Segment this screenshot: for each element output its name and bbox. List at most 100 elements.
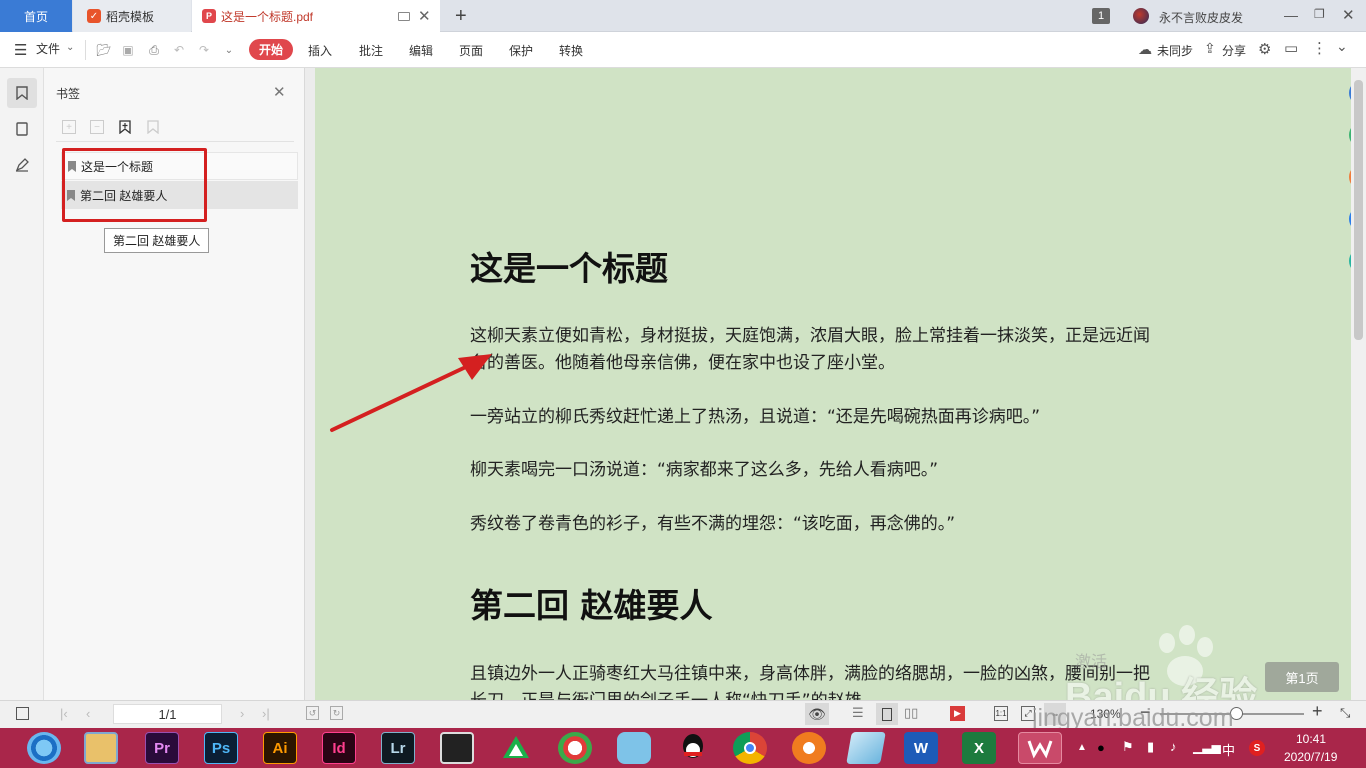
zoom-in-icon[interactable]: + — [1312, 701, 1323, 722]
bookmark-panel: 书签 ✕ + − 这是一个标题 第二回 赵雄要人 第二回 赵雄要人 — [44, 68, 305, 700]
close-panel-icon[interactable]: ✕ — [273, 83, 286, 101]
more-vertical-icon[interactable]: ⋮ — [1312, 39, 1327, 57]
window-icon[interactable] — [398, 11, 410, 21]
excel-icon[interactable]: X — [962, 732, 996, 764]
add-bookmark-icon[interactable]: + — [62, 120, 76, 134]
rail-annotation-button[interactable] — [7, 150, 37, 180]
menu-start[interactable]: 开始 — [249, 39, 293, 60]
rail-bookmark-button[interactable] — [7, 78, 37, 108]
highlight-box — [62, 148, 207, 222]
rail-thumbnail-button[interactable] — [7, 114, 37, 144]
premiere-icon[interactable]: Pr — [145, 732, 179, 764]
menu-insert[interactable]: 插入 — [308, 42, 332, 59]
play-icon[interactable]: ▶ — [950, 706, 965, 721]
robot-app-icon[interactable] — [617, 732, 651, 764]
indesign-icon[interactable]: Id — [322, 732, 356, 764]
tab-home-label: 首页 — [23, 9, 48, 24]
menu-convert[interactable]: 转换 — [559, 42, 583, 59]
eye-protection-icon[interactable]: 👁︎ — [805, 703, 829, 725]
open-folder-icon[interactable]: 📂︎ — [95, 41, 113, 59]
menu-protect[interactable]: 保护 — [509, 42, 533, 59]
cloud-icon[interactable]: ☁ — [1138, 41, 1152, 58]
more-icon[interactable]: ⌄ — [220, 41, 238, 59]
tray-battery-icon[interactable]: ▮ — [1147, 739, 1154, 755]
message-icon[interactable]: ▭ — [1284, 39, 1298, 57]
rotate-right-icon[interactable]: ↻ — [330, 706, 343, 720]
file-menu[interactable]: 文件 — [36, 40, 60, 57]
video-editor-icon[interactable] — [440, 732, 474, 764]
expand-icon[interactable]: ⤡ — [1340, 705, 1350, 721]
last-page-icon[interactable]: ›| — [262, 706, 270, 721]
close-window-icon[interactable]: ✕ — [1342, 6, 1355, 24]
tab-home[interactable]: 首页 — [0, 0, 72, 32]
share-icon[interactable]: ⇪ — [1204, 40, 1216, 57]
new-tab-icon[interactable]: + — [455, 5, 467, 28]
collapse-ribbon-icon[interactable]: ⌄ — [1336, 38, 1348, 55]
tab-daoke[interactable]: ✓ 稻壳模板 — [73, 0, 191, 32]
menu-comment[interactable]: 批注 — [359, 42, 383, 59]
lightroom-icon[interactable]: Lr — [381, 732, 415, 764]
page-indicator: 第1页 — [1265, 662, 1339, 692]
fox-app-icon[interactable] — [792, 732, 826, 764]
bookmark-tooltip: 第二回 赵雄要人 — [104, 228, 210, 253]
wps-icon[interactable] — [1018, 732, 1062, 764]
notes-app-icon[interactable] — [846, 732, 886, 764]
prev-page-icon[interactable]: ‹ — [86, 706, 90, 721]
tab-document[interactable]: P 这是一个标题.pdf ✕ — [192, 0, 440, 32]
remove-bookmark-icon[interactable]: − — [90, 120, 104, 134]
restore-icon[interactable]: ❐ — [1314, 7, 1325, 21]
tray-qq-icon[interactable]: ● — [1097, 740, 1105, 755]
minimize-icon[interactable]: — — [1284, 7, 1298, 23]
tray-sogou-icon[interactable]: S — [1249, 740, 1265, 756]
toolbar: ☰ 文件 ⌄ 📂︎ ▣ ⎙ ↶ ↷ ⌄ 开始 插入 批注 编辑 页面 保护 转换… — [0, 32, 1366, 68]
bookmark-add-icon[interactable] — [119, 120, 131, 137]
bookmark-outline-icon[interactable] — [147, 120, 159, 137]
two-page-view-icon[interactable]: ▯▯ — [904, 705, 918, 721]
hamburger-icon[interactable]: ☰ — [14, 41, 27, 59]
ball-app-icon[interactable] — [558, 732, 592, 764]
chevron-down-icon[interactable]: ⌄ — [66, 42, 74, 53]
divider — [85, 40, 86, 60]
vertical-scrollbar[interactable] — [1351, 68, 1366, 700]
rotate-left-icon[interactable]: ↺ — [306, 706, 319, 720]
heading-2: 第二回 赵雄要人 — [470, 586, 713, 625]
menu-edit[interactable]: 编辑 — [409, 42, 433, 59]
clock-date[interactable]: 2020/7/19 — [1284, 750, 1337, 764]
menu-page[interactable]: 页面 — [459, 42, 483, 59]
avatar[interactable] — [1133, 8, 1149, 24]
first-page-icon[interactable]: |‹ — [60, 706, 68, 721]
browser-app-icon[interactable] — [27, 732, 61, 764]
close-tab-icon[interactable]: ✕ — [418, 7, 431, 25]
file-explorer-icon[interactable] — [84, 732, 118, 764]
user-name[interactable]: 永不言败皮皮发 — [1159, 9, 1243, 26]
single-page-view-icon[interactable] — [876, 703, 898, 725]
tray-network-icon[interactable]: ▁▃▅ — [1193, 740, 1221, 754]
word-icon[interactable]: W — [904, 732, 938, 764]
chrome-icon[interactable] — [733, 732, 767, 764]
photoshop-label: Ps — [211, 739, 231, 757]
sync-status[interactable]: 未同步 — [1157, 42, 1193, 59]
page-count-badge[interactable]: 1 — [1092, 8, 1110, 24]
share-button[interactable]: 分享 — [1222, 42, 1246, 59]
photoshop-icon[interactable]: Ps — [204, 732, 238, 764]
redo-icon[interactable]: ↷ — [195, 41, 213, 59]
clock-time[interactable]: 10:41 — [1296, 732, 1326, 746]
print-icon[interactable]: ⎙ — [145, 41, 163, 59]
continuous-view-icon[interactable]: ☰ — [852, 705, 864, 721]
actual-size-icon[interactable]: 1:1 — [994, 706, 1008, 721]
page-number-input[interactable]: 1/1 — [113, 704, 222, 724]
sidebar-toggle-icon[interactable] — [16, 707, 29, 720]
cloud-drive-icon[interactable] — [499, 732, 533, 764]
settings-icon[interactable]: ⚙ — [1258, 40, 1271, 58]
tray-volume-icon[interactable]: ♪ — [1170, 739, 1177, 754]
save-icon[interactable]: ▣ — [119, 41, 137, 59]
tray-ime-label[interactable]: 中 — [1222, 740, 1235, 759]
scroll-thumb[interactable] — [1354, 80, 1363, 340]
tray-flag-icon[interactable]: ⚑ — [1122, 739, 1134, 755]
watermark-baidu: Baidu 经验 — [1065, 676, 1258, 700]
qq-icon[interactable] — [676, 732, 710, 764]
tray-expand-icon[interactable]: ▲ — [1077, 742, 1087, 753]
illustrator-icon[interactable]: Ai — [263, 732, 297, 764]
next-page-icon[interactable]: › — [240, 706, 244, 721]
undo-icon[interactable]: ↶ — [170, 41, 188, 59]
